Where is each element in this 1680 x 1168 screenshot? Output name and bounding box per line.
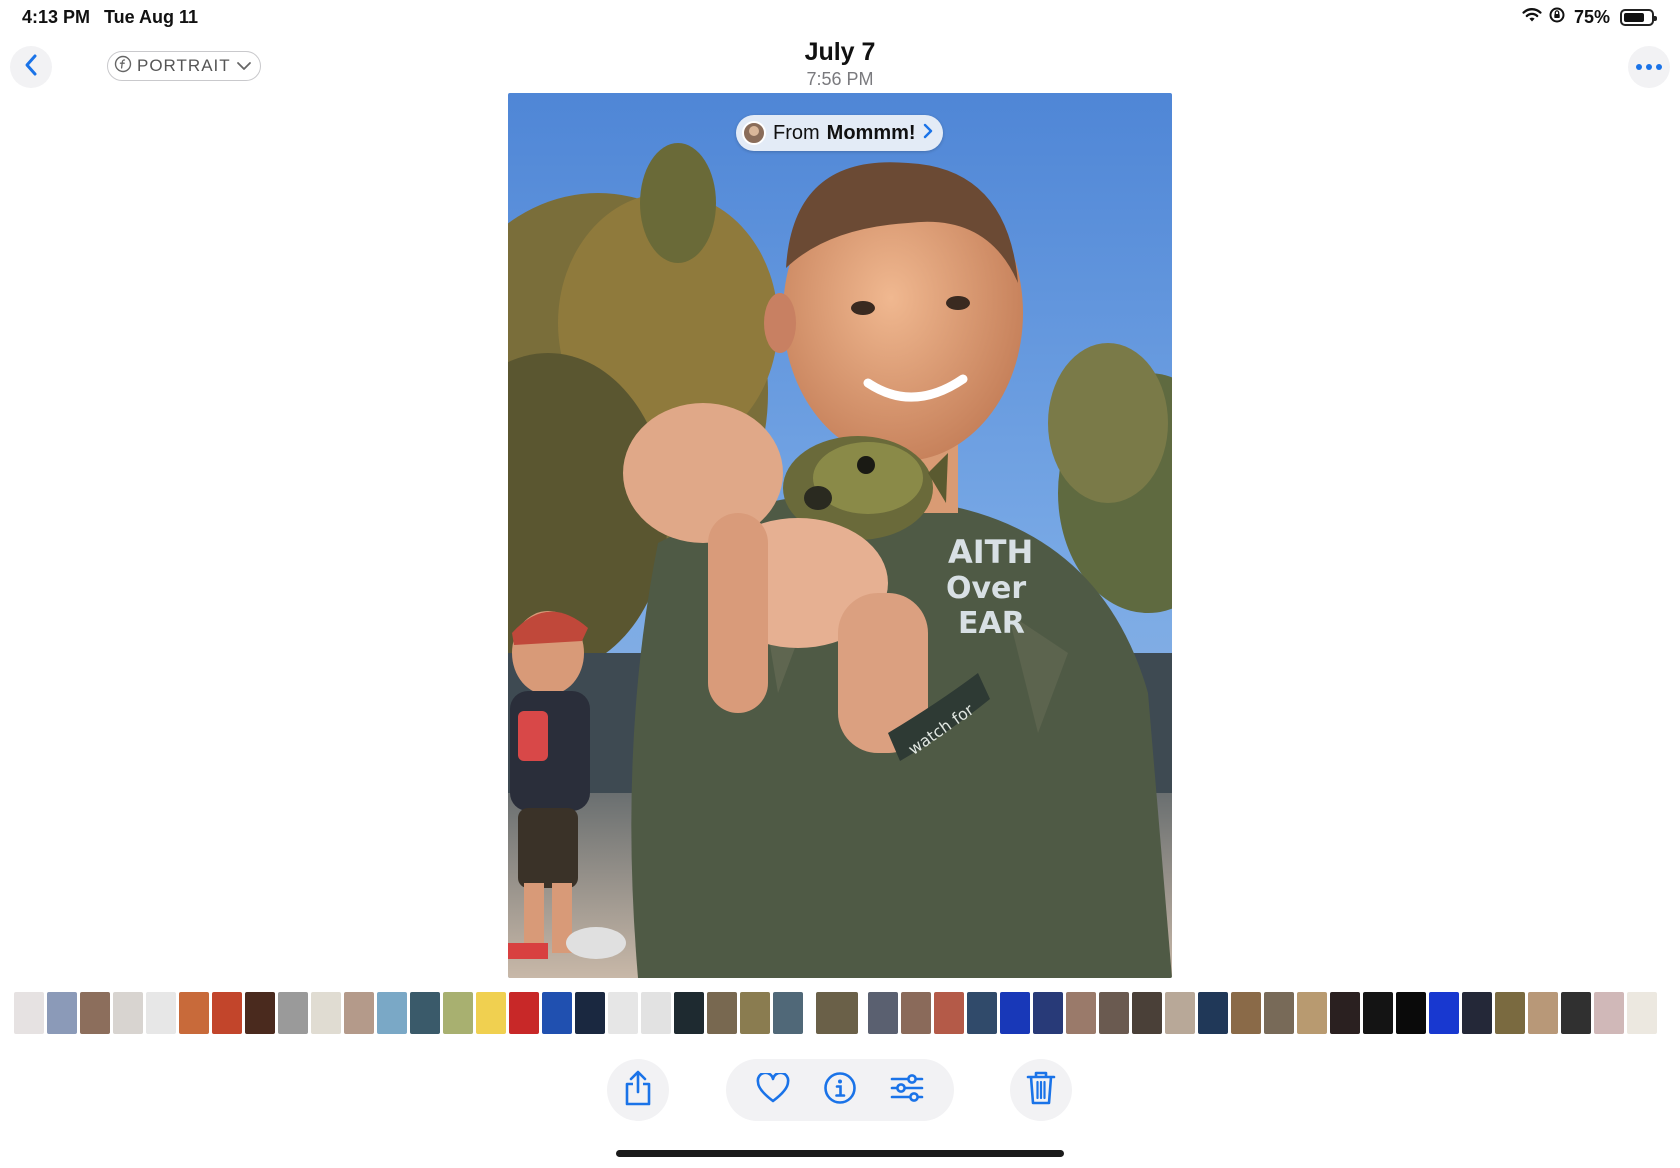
thumbnail[interactable] [674,992,704,1034]
svg-text:AITH: AITH [948,533,1033,571]
thumbnail[interactable] [1627,992,1657,1034]
svg-text:EAR: EAR [958,606,1025,641]
thumbnail[interactable] [311,992,341,1034]
thumbnail[interactable] [901,992,931,1034]
orientation-lock-icon [1548,6,1566,29]
thumbnail[interactable] [410,992,440,1034]
thumbnail[interactable] [80,992,110,1034]
home-indicator[interactable] [616,1150,1064,1157]
back-button[interactable] [10,46,52,88]
thumbnail[interactable] [1495,992,1525,1034]
thumbnail[interactable] [608,992,638,1034]
adjust-button[interactable] [882,1065,932,1115]
thumbnail[interactable] [14,992,44,1034]
thumbnail[interactable] [1396,992,1426,1034]
share-icon [622,1069,654,1112]
thumbnail[interactable] [641,992,671,1034]
trash-icon [1026,1070,1056,1111]
thumbnail[interactable] [443,992,473,1034]
thumbnail[interactable] [1462,992,1492,1034]
thumbnail[interactable] [967,992,997,1034]
chevron-down-icon [236,56,252,76]
shared-from-badge[interactable]: From Mommm! [736,115,943,151]
thumbnail[interactable] [47,992,77,1034]
thumbnail[interactable] [278,992,308,1034]
thumbnail[interactable] [542,992,572,1034]
thumbnail[interactable] [1594,992,1624,1034]
favorite-button[interactable] [748,1065,798,1115]
portrait-mode-button[interactable]: PORTRAIT [107,51,261,81]
photo-time: 7:56 PM [806,69,874,89]
portrait-label: PORTRAIT [137,56,231,75]
thumbnail[interactable] [1264,992,1294,1034]
thumbnail[interactable] [377,992,407,1034]
thumbnail[interactable] [740,992,770,1034]
shared-name: Mommm! [826,121,916,144]
thumbnail[interactable] [1231,992,1261,1034]
info-icon [823,1071,857,1110]
more-button[interactable] [1628,46,1670,88]
thumbnail[interactable] [1561,992,1591,1034]
thumbnail[interactable] [934,992,964,1034]
aperture-icon [114,55,132,78]
thumbnail[interactable] [179,992,209,1034]
info-button[interactable] [815,1065,865,1115]
chevron-left-icon [24,53,38,82]
thumbnail-strip[interactable] [14,992,1666,1034]
photo-date: July 7 [804,38,876,66]
thumbnail[interactable] [1033,992,1063,1034]
status-time: 4:13 PM [22,7,91,27]
thumbnail[interactable] [1099,992,1129,1034]
thumbnail[interactable] [113,992,143,1034]
thumbnail[interactable] [212,992,242,1034]
thumbnail-current[interactable] [816,992,858,1034]
shared-prefix: From [773,121,820,144]
thumbnail[interactable] [476,992,506,1034]
main-photo[interactable]: AITH Over EAR watch for [508,93,1172,978]
thumbnail[interactable] [707,992,737,1034]
battery-icon [1620,9,1657,26]
share-button[interactable] [607,1059,669,1121]
photo-actions-group [726,1059,954,1121]
thumbnail[interactable] [1429,992,1459,1034]
thumbnail[interactable] [146,992,176,1034]
adjust-icon [889,1073,925,1108]
thumbnail[interactable] [1528,992,1558,1034]
thumbnail[interactable] [575,992,605,1034]
thumbnail[interactable] [509,992,539,1034]
thumbnail[interactable] [1066,992,1096,1034]
thumbnail[interactable] [245,992,275,1034]
avatar [742,121,766,145]
status-indicators: 75% [1522,6,1657,29]
thumbnail[interactable] [1330,992,1360,1034]
thumbnail[interactable] [1165,992,1195,1034]
thumbnail[interactable] [1297,992,1327,1034]
status-date: Tue Aug 11 [104,7,199,27]
thumbnail[interactable] [1198,992,1228,1034]
chevron-right-icon [923,123,933,144]
photo-title: July 7 7:56 PM [640,38,1040,90]
thumbnail[interactable] [1363,992,1393,1034]
thumbnail[interactable] [1000,992,1030,1034]
thumbnail[interactable] [344,992,374,1034]
battery-percent: 75% [1573,7,1610,27]
delete-button[interactable] [1010,1059,1072,1121]
svg-text:Over: Over [946,571,1026,606]
status-bar: 4:13 PM Tue Aug 11 75% [0,0,1680,36]
heart-icon [756,1071,790,1108]
wifi-icon [1522,7,1542,28]
thumbnail[interactable] [1132,992,1162,1034]
thumbnail[interactable] [868,992,898,1034]
thumbnail[interactable] [773,992,803,1034]
